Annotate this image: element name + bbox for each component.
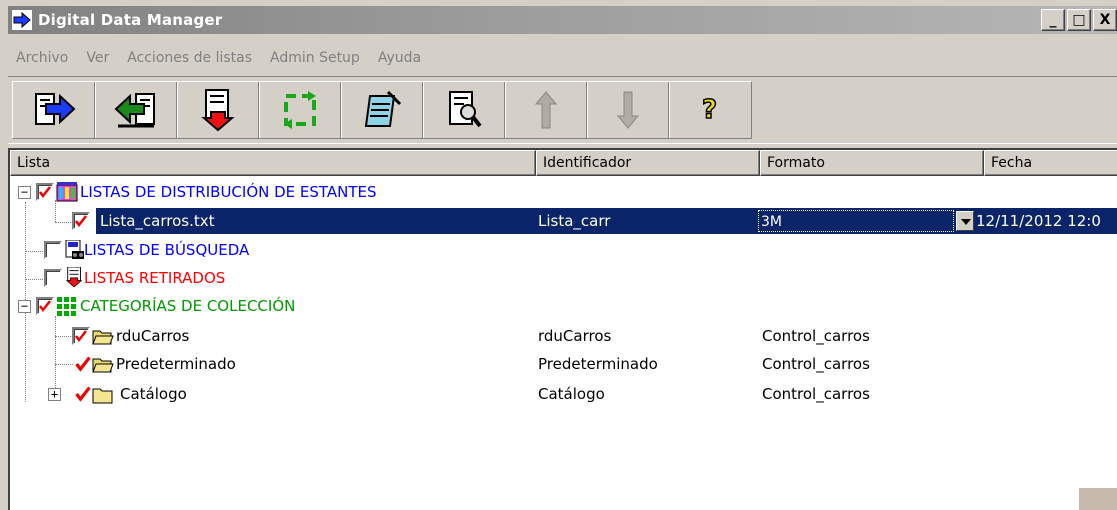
list-item[interactable]: − CATEGORÍAS DE COLECCIÓN: [10, 292, 1117, 320]
row-format: Control_carros: [762, 385, 870, 403]
import-icon: [114, 93, 155, 128]
close-button[interactable]: X: [1093, 9, 1117, 31]
checkmark-icon[interactable]: [74, 355, 92, 373]
list-item-selected[interactable]: Lista_carros.txt Lista_carr 3M 12/11/201…: [10, 207, 1117, 235]
menu-acciones-de-listas[interactable]: Acciones de listas: [119, 50, 262, 66]
checkmark-icon: [75, 330, 87, 343]
checkmark-icon: [39, 300, 51, 313]
row-checkbox[interactable]: [36, 183, 54, 201]
download-button[interactable]: [177, 82, 259, 138]
checkmark-icon[interactable]: [74, 385, 92, 403]
row-label: Predeterminado: [116, 355, 236, 373]
export-button[interactable]: [13, 82, 95, 138]
arrow-down-icon: [616, 91, 639, 129]
toolbar-button-group: ?: [12, 81, 752, 139]
row-checkbox[interactable]: [44, 241, 62, 259]
column-formato[interactable]: Formato: [760, 150, 984, 176]
row-label: rduCarros: [116, 327, 190, 345]
collection-grid-icon: [57, 297, 76, 316]
menu-archivo[interactable]: Archivo: [8, 50, 78, 66]
shelf-distribution-icon: [56, 182, 78, 202]
search-list-icon: [65, 240, 84, 259]
format-select-value: 3M: [761, 214, 782, 230]
row-date: 12/11/2012 12:0: [976, 212, 1101, 230]
row-checkbox[interactable]: [44, 269, 62, 287]
window-controls: _ □ X: [1041, 9, 1117, 31]
move-down-button[interactable]: [587, 82, 669, 138]
help-icon: ?: [701, 94, 718, 126]
checkmark-icon: [39, 186, 51, 199]
arrow-up-icon: [534, 91, 557, 129]
notepad-icon: [364, 90, 401, 127]
column-fecha[interactable]: Fecha: [984, 150, 1117, 176]
row-label: LISTAS DE BÚSQUEDA: [84, 241, 250, 259]
open-folder-icon: [92, 358, 114, 373]
row-label: Lista_carros.txt: [100, 212, 215, 230]
row-checkbox[interactable]: [72, 327, 90, 345]
tree-list-view[interactable]: Lista Identificador Formato Fecha − LIST…: [8, 148, 1117, 510]
column-lista[interactable]: Lista: [10, 150, 536, 176]
collapse-toggle[interactable]: −: [18, 300, 31, 313]
column-header-row: Lista Identificador Formato Fecha: [10, 150, 1117, 176]
row-format: Control_carros: [762, 327, 870, 345]
help-button[interactable]: ?: [669, 82, 751, 138]
list-item[interactable]: − LISTAS DE DISTRIBUCIÓN DE ESTANTES: [10, 178, 1117, 206]
list-item[interactable]: LISTAS DE BÚSQUEDA: [10, 236, 1117, 264]
folder-icon: [92, 388, 113, 404]
row-identifier: Catálogo: [538, 385, 605, 403]
list-item[interactable]: LISTAS RETIRADOS: [10, 264, 1117, 292]
menu-bar: Archivo Ver Acciones de listas Admin Set…: [8, 44, 431, 72]
maximize-button[interactable]: □: [1067, 9, 1091, 31]
refresh-button[interactable]: [259, 82, 341, 138]
toolbar: ?: [8, 76, 1117, 144]
title-bar[interactable]: Digital Data Manager _ □ X: [8, 6, 1117, 34]
withdrawn-list-icon: [65, 267, 83, 287]
menu-admin-setup[interactable]: Admin Setup: [262, 50, 370, 66]
row-format: Control_carros: [762, 355, 870, 373]
collapse-toggle[interactable]: −: [18, 186, 31, 199]
move-up-button[interactable]: [505, 82, 587, 138]
menu-ayuda[interactable]: Ayuda: [370, 50, 431, 66]
menu-ver[interactable]: Ver: [78, 50, 119, 66]
open-folder-icon: [92, 330, 114, 345]
row-identifier: rduCarros: [538, 327, 612, 345]
row-label: Catálogo: [120, 385, 187, 403]
row-checkbox[interactable]: [36, 297, 54, 315]
window-title: Digital Data Manager: [38, 11, 223, 29]
row-label: LISTAS DE DISTRIBUCIÓN DE ESTANTES: [80, 183, 377, 201]
download-icon: [200, 89, 235, 132]
app-arrow-icon: [12, 10, 32, 30]
import-button[interactable]: [95, 82, 177, 138]
row-identifier: Predeterminado: [538, 355, 658, 373]
search-document-icon: [448, 91, 482, 128]
export-icon: [34, 93, 75, 125]
svg-text:?: ?: [702, 95, 717, 125]
list-item[interactable]: rduCarros rduCarros Control_carros: [10, 322, 1117, 350]
minimize-button[interactable]: _: [1041, 9, 1065, 31]
resize-corner[interactable]: [1079, 488, 1117, 510]
row-label: CATEGORÍAS DE COLECCIÓN: [80, 297, 296, 315]
checkmark-icon: [75, 215, 87, 228]
chevron-down-icon[interactable]: [956, 211, 974, 231]
app-window: Digital Data Manager _ □ X Archivo Ver A…: [0, 0, 1117, 510]
row-label: LISTAS RETIRADOS: [84, 269, 226, 287]
search-document-button[interactable]: [423, 82, 505, 138]
column-identificador[interactable]: Identificador: [536, 150, 760, 176]
refresh-icon: [283, 91, 316, 129]
row-checkbox[interactable]: [72, 212, 90, 230]
format-select[interactable]: 3M: [758, 210, 954, 232]
list-item[interactable]: Predeterminado Predeterminado Control_ca…: [10, 350, 1117, 378]
list-item[interactable]: + Catálogo Catálogo Control_carros: [10, 380, 1117, 408]
expand-toggle[interactable]: +: [48, 388, 61, 401]
row-identifier: Lista_carr: [538, 212, 611, 230]
notepad-button[interactable]: [341, 82, 423, 138]
